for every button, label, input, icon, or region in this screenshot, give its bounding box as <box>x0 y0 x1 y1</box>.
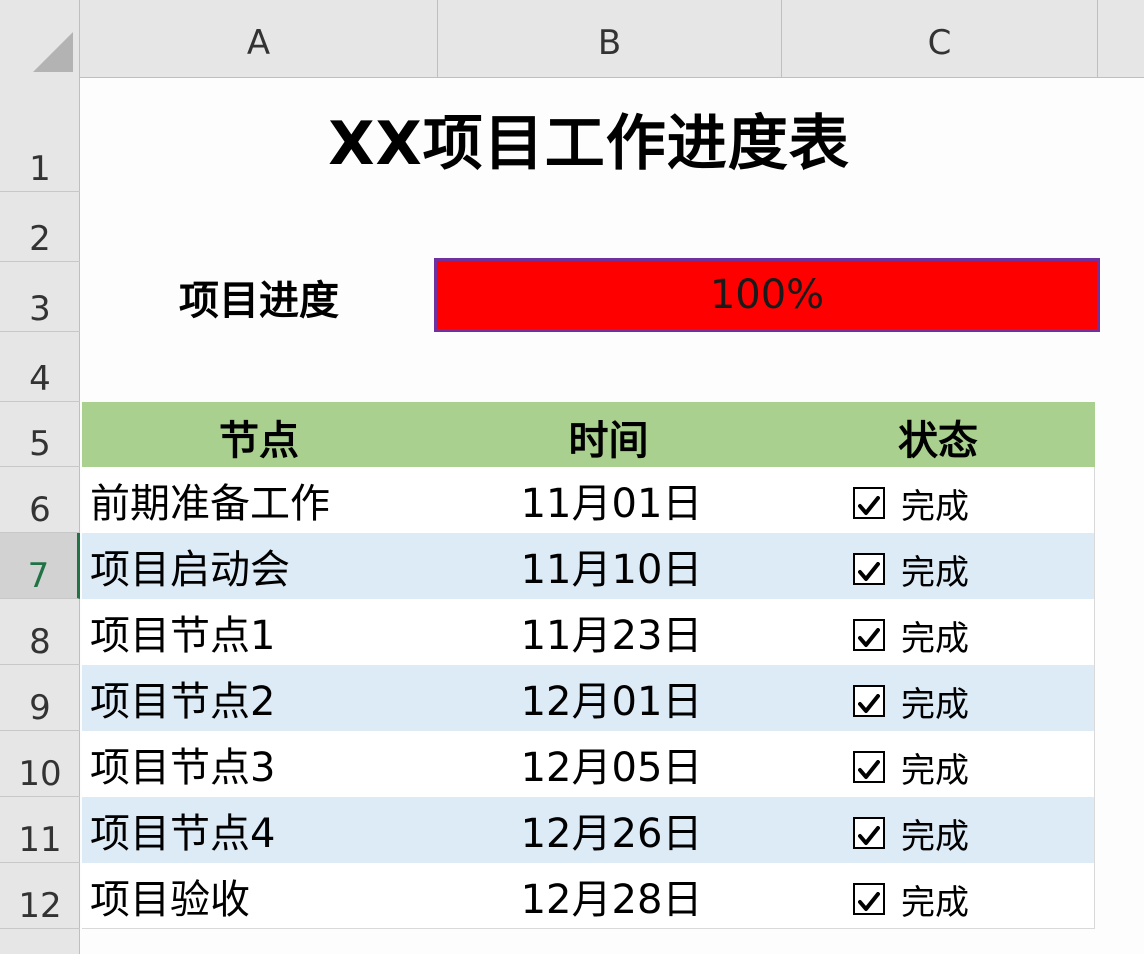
row-header-bar: 1 2 3 4 5 6 7 8 9 10 11 12 <box>0 78 80 954</box>
progress-label[interactable]: 项目进度 <box>82 262 436 332</box>
status-checkbox[interactable] <box>853 487 885 519</box>
table-row: 项目节点3 12月05日 完成 <box>82 731 1095 797</box>
row-header-5[interactable]: 5 <box>0 402 80 467</box>
row-header-6[interactable]: 6 <box>0 467 80 533</box>
select-all-button[interactable] <box>0 0 80 78</box>
cell-time[interactable]: 12月05日 <box>436 731 781 797</box>
row-header-3[interactable]: 3 <box>0 262 80 332</box>
header-status[interactable]: 状态 <box>781 402 1095 467</box>
table-row: 项目节点1 11月23日 完成 <box>82 599 1095 665</box>
status-checkbox[interactable] <box>853 817 885 849</box>
table-row: 项目启动会 11月10日 完成 <box>82 533 1095 599</box>
status-checkbox[interactable] <box>853 553 885 585</box>
row-header-4[interactable]: 4 <box>0 332 80 402</box>
row-header-8[interactable]: 8 <box>0 599 80 665</box>
cell-time[interactable]: 11月10日 <box>436 533 781 599</box>
status-checkbox[interactable] <box>853 619 885 651</box>
status-checkbox[interactable] <box>853 751 885 783</box>
table-row: 项目节点2 12月01日 完成 <box>82 665 1095 731</box>
cell-time[interactable]: 12月26日 <box>436 797 781 863</box>
checkmark-icon <box>858 810 880 856</box>
table-header-row: 节点 时间 状态 <box>82 402 1095 467</box>
status-checkbox[interactable] <box>853 883 885 915</box>
row-header-1[interactable]: 1 <box>0 78 80 192</box>
cell-status: 完成 <box>781 665 1095 731</box>
table-row: 前期准备工作 11月01日 完成 <box>82 467 1095 533</box>
row-header-7[interactable]: 7 <box>0 533 80 599</box>
cell-node[interactable]: 前期准备工作 <box>82 467 436 533</box>
row-header-2[interactable]: 2 <box>0 192 80 262</box>
table-row: 项目验收 12月28日 完成 <box>82 863 1095 929</box>
cell-node[interactable]: 项目节点1 <box>82 599 436 665</box>
cell-time[interactable]: 11月23日 <box>436 599 781 665</box>
status-label: 完成 <box>901 486 969 527</box>
status-label: 完成 <box>901 750 969 791</box>
progress-table: 节点 时间 状态 前期准备工作 11月01日 完成 项目启动会 11月10日 完成 项目节点… <box>82 402 1095 929</box>
checkmark-icon <box>858 744 880 790</box>
cell-node[interactable]: 项目节点3 <box>82 731 436 797</box>
cell-status: 完成 <box>781 797 1095 863</box>
spreadsheet: A B C 1 2 3 4 5 6 7 8 9 10 11 12 XX项目工作进度表 项目进度 100… <box>0 0 1144 954</box>
checkmark-icon <box>858 876 880 922</box>
cell-status: 完成 <box>781 599 1095 665</box>
table-body: 前期准备工作 11月01日 完成 项目启动会 11月10日 完成 项目节点1 11月23日 完成… <box>82 467 1095 929</box>
row-header-10[interactable]: 10 <box>0 731 80 797</box>
sheet-title[interactable]: XX项目工作进度表 <box>82 88 1096 188</box>
status-label: 完成 <box>901 552 969 593</box>
cell-status: 完成 <box>781 533 1095 599</box>
row-header-12[interactable]: 12 <box>0 863 80 929</box>
status-label: 完成 <box>901 684 969 725</box>
progress-bar-cell[interactable]: 100% <box>434 258 1100 332</box>
cell-time[interactable]: 12月01日 <box>436 665 781 731</box>
status-label: 完成 <box>901 882 969 923</box>
cell-status: 完成 <box>781 467 1095 533</box>
column-header-bar: A B C <box>0 0 1144 78</box>
cell-node[interactable]: 项目节点2 <box>82 665 436 731</box>
cell-time[interactable]: 12月28日 <box>436 863 781 929</box>
column-header-a[interactable]: A <box>80 0 438 78</box>
checkmark-icon <box>858 546 880 592</box>
column-header-c[interactable]: C <box>782 0 1098 78</box>
checkmark-icon <box>858 480 880 526</box>
column-header-b[interactable]: B <box>438 0 782 78</box>
header-time[interactable]: 时间 <box>436 402 781 467</box>
cell-node[interactable]: 项目节点4 <box>82 797 436 863</box>
row-header-9[interactable]: 9 <box>0 665 80 731</box>
cell-status: 完成 <box>781 731 1095 797</box>
row-header-11[interactable]: 11 <box>0 797 80 863</box>
checkmark-icon <box>858 612 880 658</box>
status-label: 完成 <box>901 816 969 857</box>
status-checkbox[interactable] <box>853 685 885 717</box>
status-label: 完成 <box>901 618 969 659</box>
checkmark-icon <box>858 678 880 724</box>
table-row: 项目节点4 12月26日 完成 <box>82 797 1095 863</box>
cell-node[interactable]: 项目验收 <box>82 863 436 929</box>
cell-node[interactable]: 项目启动会 <box>82 533 436 599</box>
cell-time[interactable]: 11月01日 <box>436 467 781 533</box>
select-all-triangle-icon <box>33 32 73 72</box>
cell-status: 完成 <box>781 863 1095 929</box>
header-node[interactable]: 节点 <box>82 402 436 467</box>
progress-value: 100% <box>709 272 825 318</box>
